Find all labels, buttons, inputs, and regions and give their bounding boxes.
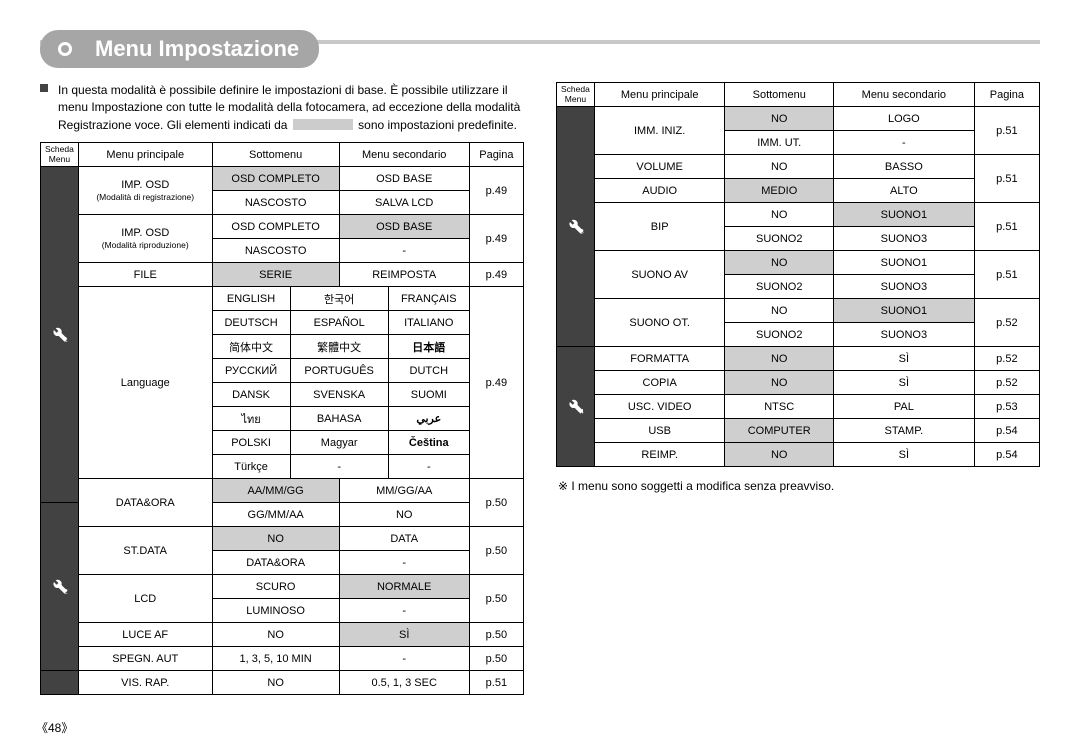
- intro-text: In questa modalità è possibile definire …: [40, 82, 524, 134]
- svg-text:1: 1: [64, 337, 68, 344]
- page-title: Menu Impostazione: [40, 30, 319, 68]
- wrench4-icon: 4: [557, 347, 595, 467]
- wrench1-icon: 1: [41, 167, 79, 503]
- hdr-main: Menu principale: [78, 143, 212, 167]
- hdr-tab: Scheda Menu: [41, 143, 79, 167]
- hdr-pg: Pagina: [469, 143, 523, 167]
- svg-text:2: 2: [64, 589, 68, 596]
- default-highlight-swatch: [293, 119, 353, 130]
- bullet-square-icon: [40, 84, 48, 92]
- settings-table-right: Scheda Menu Menu principale Sottomenu Me…: [556, 82, 1040, 467]
- settings-table-left: Scheda Menu Menu principale Sottomenu Me…: [40, 142, 524, 695]
- hdr-sub: Sottomenu: [212, 143, 339, 167]
- wrench2-icon: 2: [41, 503, 79, 671]
- wrench3-icon: 3: [557, 107, 595, 347]
- svg-text:4: 4: [580, 408, 584, 415]
- page-number: 《48》: [36, 719, 73, 736]
- hdr-sec: Menu secondario: [339, 143, 469, 167]
- title-bar: Menu Impostazione: [40, 30, 1040, 68]
- footnote: ※ I menu sono soggetti a modifica senza …: [556, 479, 1040, 493]
- svg-text:3: 3: [580, 228, 584, 235]
- row-main: IMP. OSD: [121, 179, 169, 191]
